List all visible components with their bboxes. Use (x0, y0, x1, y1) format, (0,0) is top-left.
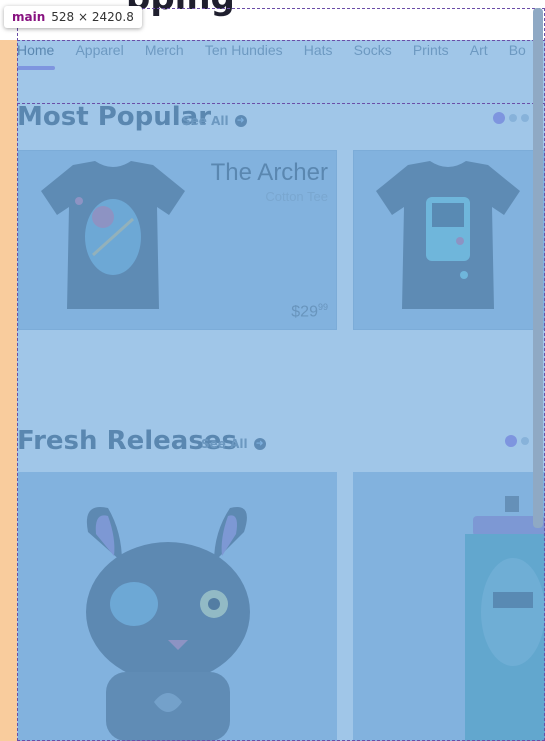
nav-item-apparel[interactable]: Apparel (75, 40, 123, 70)
nav-item-home[interactable]: Home (17, 40, 56, 70)
carousel-dot[interactable] (521, 437, 529, 445)
nav-item-bo[interactable]: Bo (509, 40, 526, 70)
carousel-dots (493, 112, 529, 124)
see-all-label: See All (201, 437, 248, 451)
price-dollars: $29 (291, 303, 318, 320)
carousel-dots (505, 435, 529, 447)
nav-item-hats[interactable]: Hats (304, 40, 333, 70)
nav-item-prints[interactable]: Prints (413, 40, 449, 70)
spray-can-image (465, 496, 545, 741)
tooltip-tag: main (12, 10, 46, 24)
page-scrollbar[interactable] (533, 8, 543, 528)
carousel-dot[interactable] (509, 114, 517, 122)
nav-item-art[interactable]: Art (470, 40, 488, 70)
most-popular-see-all[interactable]: See All ➜ (182, 114, 247, 128)
tshirt-archer-image (41, 161, 185, 309)
product-name: The Archer (210, 159, 328, 186)
product-price: $2999 (291, 302, 328, 321)
carousel-dot-active[interactable] (493, 112, 505, 124)
page-title: pping (126, 0, 235, 18)
tshirt-gameboy-image (376, 161, 520, 309)
release-card-1[interactable] (18, 472, 337, 741)
price-cents: 99 (317, 301, 328, 312)
arrow-right-icon: ➜ (253, 438, 266, 450)
product-subtitle: Cotton Tee (265, 189, 328, 204)
see-all-label: See All (182, 114, 229, 128)
carousel-dot-active[interactable] (505, 435, 517, 447)
nav-item-socks[interactable]: Socks (354, 40, 392, 70)
arrow-right-icon: ➜ (234, 115, 247, 127)
nav-item-merch[interactable]: Merch (145, 40, 184, 70)
category-nav: Home Apparel Merch Ten Hundies Hats Sock… (17, 40, 542, 72)
product-card-2[interactable] (353, 150, 545, 330)
fresh-releases-see-all[interactable]: See All ➜ (201, 437, 266, 451)
tooltip-dimensions: 528 × 2420.8 (51, 10, 134, 24)
product-card-the-archer[interactable]: The Archer Cotton Tee $2999 (18, 150, 337, 330)
bunny-figure-image (86, 507, 250, 741)
carousel-dot[interactable] (521, 114, 529, 122)
release-card-2[interactable] (353, 472, 545, 741)
page: pping Home Apparel Merch Ten Hundies Hat… (0, 0, 545, 741)
nav-item-ten-hundies[interactable]: Ten Hundies (205, 40, 283, 70)
element-tooltip: main 528 × 2420.8 (4, 6, 142, 28)
